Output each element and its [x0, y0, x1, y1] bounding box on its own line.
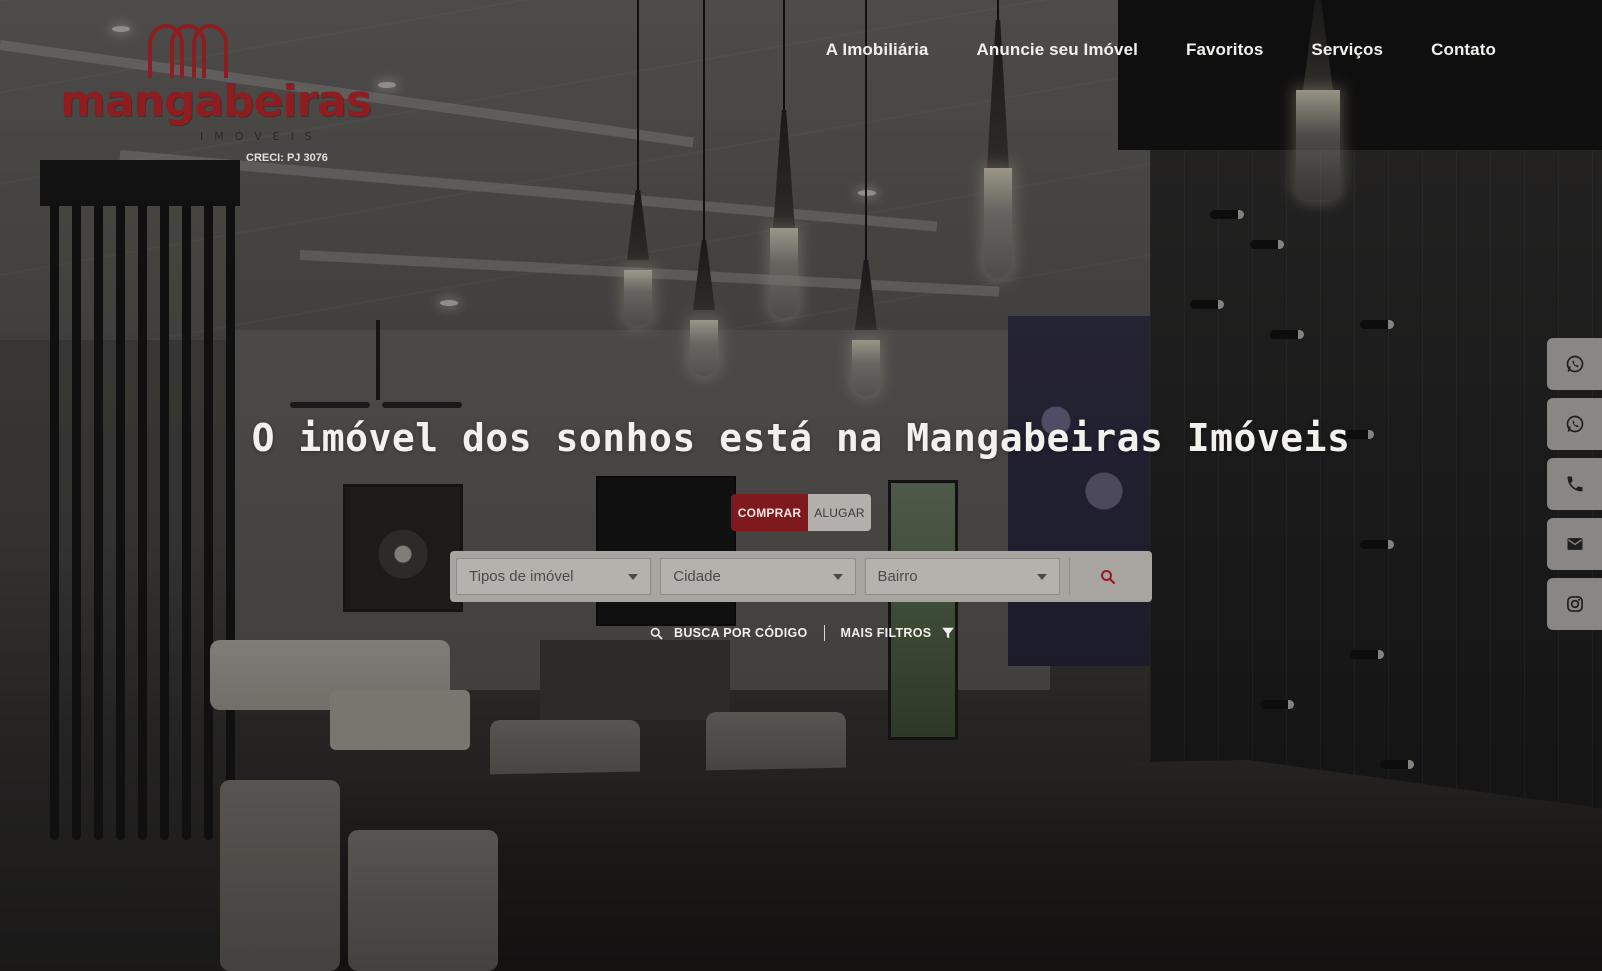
nav-item-servicos[interactable]: Serviços	[1311, 40, 1383, 60]
phone-button[interactable]	[1547, 458, 1602, 510]
caret-down-icon	[628, 573, 639, 580]
hero-headline: O imóvel dos sonhos está na Mangabeiras …	[251, 416, 1351, 460]
mode-comprar-button[interactable]: COMPRAR	[731, 494, 808, 531]
neighborhood-select[interactable]: Bairro	[864, 558, 1060, 595]
city-select[interactable]: Cidade	[660, 558, 856, 595]
search-icon	[1100, 569, 1115, 584]
more-filters-link[interactable]: MAIS FILTROS	[841, 626, 956, 640]
search-icon	[650, 627, 663, 639]
caret-down-icon	[832, 573, 843, 580]
city-value: Cidade	[673, 568, 721, 585]
instagram-button[interactable]	[1547, 578, 1602, 630]
brand-name: mangabeiras	[60, 76, 372, 127]
instagram-icon	[1566, 596, 1583, 612]
nav-item-favoritos[interactable]: Favoritos	[1186, 40, 1263, 60]
filter-icon	[942, 627, 955, 639]
nav-item-contato[interactable]: Contato	[1431, 40, 1496, 60]
nav-item-anuncie[interactable]: Anuncie seu Imóvel	[977, 40, 1138, 60]
caret-down-icon	[1036, 573, 1047, 580]
search-by-code-link[interactable]: BUSCA POR CÓDIGO	[649, 626, 808, 641]
contact-bar	[1547, 338, 1602, 630]
property-search-form: Tipos de imóvel Cidade Bairro	[450, 551, 1152, 602]
neighborhood-value: Bairro	[877, 568, 918, 585]
mode-alugar-button[interactable]: ALUGAR	[808, 494, 871, 531]
link-divider	[823, 625, 825, 641]
whatsapp-button[interactable]	[1547, 338, 1602, 390]
transaction-mode-toggle: COMPRAR ALUGAR	[731, 494, 871, 531]
brand-subtitle: IMÓVEIS	[200, 130, 323, 143]
phone-icon	[1567, 476, 1582, 492]
main-nav: A Imobiliária Anuncie seu Imóvel Favorit…	[826, 40, 1496, 60]
more-filters-label: MAIS FILTROS	[840, 626, 932, 640]
secondary-search-links: BUSCA POR CÓDIGO MAIS FILTROS	[649, 625, 955, 641]
search-button[interactable]	[1068, 558, 1146, 595]
mail-icon	[1567, 538, 1582, 550]
logo-rings-icon	[148, 24, 228, 78]
email-button[interactable]	[1547, 518, 1602, 570]
search-by-code-label: BUSCA POR CÓDIGO	[674, 626, 808, 640]
property-type-value: Tipos de imóvel	[469, 568, 574, 585]
brand-logo[interactable]: mangabeiras IMÓVEIS CRECI: PJ 3076	[60, 18, 372, 164]
property-type-select[interactable]: Tipos de imóvel	[456, 558, 652, 595]
brand-creci: CRECI: PJ 3076	[246, 152, 328, 164]
nav-item-imobiliaria[interactable]: A Imobiliária	[826, 40, 929, 60]
whatsapp-icon	[1566, 355, 1583, 373]
